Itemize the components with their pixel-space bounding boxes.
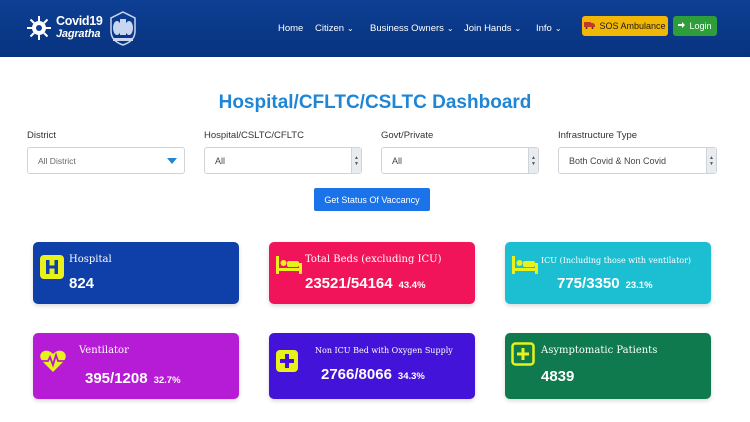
login-button[interactable]: Login xyxy=(673,16,717,36)
card-oxygen-beds[interactable]: Non ICU Bed with Oxygen Supply 2766/8066… xyxy=(269,333,475,399)
ambulance-icon xyxy=(584,21,596,31)
infrastructure-type-select-value: Both Covid & Non Covid xyxy=(569,155,667,166)
plus-icon xyxy=(275,349,301,375)
chevron-down-icon: ⌄ xyxy=(446,23,454,33)
nav-citizen[interactable]: Citizen ⌄ xyxy=(315,20,354,36)
nav-business-owners[interactable]: Business Owners ⌄ xyxy=(370,20,454,36)
card-title: Ventilator xyxy=(79,345,129,356)
card-value: 824 xyxy=(69,275,95,292)
card-value: 2766/8066 xyxy=(321,366,392,383)
card-hospital[interactable]: Hospital 824 xyxy=(33,242,239,304)
govt-private-select-value: All xyxy=(392,155,403,166)
card-title: Asymptomatic Patients xyxy=(541,345,658,356)
card-percent: 23.1% xyxy=(625,280,653,291)
hospital-type-label: Hospital/CSLTC/CFLTC xyxy=(204,130,304,141)
bed-icon xyxy=(275,254,302,280)
select-arrows-icon: ▲ ▼ xyxy=(528,148,538,173)
nav-join-hands[interactable]: Join Hands ⌄ xyxy=(464,20,521,36)
card-value: 395/1208 xyxy=(85,370,148,387)
chevron-down-icon: ⌄ xyxy=(514,23,522,33)
card-total-beds[interactable]: Total Beds (excluding ICU) 23521/54164 43… xyxy=(269,242,475,304)
sign-in-icon xyxy=(678,21,686,31)
card-percent: 32.7% xyxy=(153,375,181,386)
card-value: 23521/54164 xyxy=(305,275,393,292)
caret-down-icon xyxy=(167,158,177,164)
bed-icon xyxy=(511,254,538,280)
hospital-type-select-value: All xyxy=(215,155,226,166)
logo-line2: Jagratha xyxy=(56,28,101,40)
nav-citizen-label: Citizen xyxy=(315,22,345,34)
top-navbar: Covid19 Jagratha Home Citizen ⌄ Business… xyxy=(0,0,750,57)
heartbeat-icon xyxy=(39,349,66,375)
chevron-down-icon: ⌄ xyxy=(554,23,562,33)
get-status-button[interactable]: Get Status Of Vaccancy xyxy=(314,188,430,211)
logo-text: Covid19 Jagratha xyxy=(56,15,103,41)
hospital-type-select[interactable]: All ▲ ▼ xyxy=(204,147,362,174)
select-arrows-icon: ▲ ▼ xyxy=(706,148,716,173)
select-arrows-icon: ▲ ▼ xyxy=(351,148,361,173)
infrastructure-type-select[interactable]: Both Covid & Non Covid ▲ ▼ xyxy=(558,147,717,174)
card-title: Total Beds (excluding ICU) xyxy=(305,254,442,265)
card-icu[interactable]: ICU (Including those with ventilator) 77… xyxy=(505,242,711,304)
nav-home-label: Home xyxy=(278,22,304,34)
hospital-icon xyxy=(39,254,65,280)
chevron-down-icon: ⌄ xyxy=(347,23,354,33)
virus-icon xyxy=(26,15,52,41)
logo-line1: Covid19 xyxy=(56,14,103,28)
plus-square-icon xyxy=(511,342,537,368)
card-value: 775/3350 xyxy=(557,275,620,292)
card-title: Non ICU Bed with Oxygen Supply xyxy=(315,346,453,355)
login-label: Login xyxy=(689,21,712,31)
district-select[interactable]: All District xyxy=(27,147,185,174)
sos-ambulance-label: SOS Ambulance xyxy=(599,21,666,31)
nav-info-label: Info xyxy=(536,22,552,34)
nav-join-hands-label: Join Hands xyxy=(464,22,512,34)
page-title: Hospital/CFLTC/CSLTC Dashboard xyxy=(218,92,532,113)
govt-private-select[interactable]: All ▲ ▼ xyxy=(381,147,539,174)
district-label: District xyxy=(27,130,57,141)
covid19-jagratha-logo[interactable]: Covid19 Jagratha xyxy=(26,10,103,46)
sos-ambulance-button[interactable]: SOS Ambulance xyxy=(582,16,668,36)
card-title: ICU (Including those with ventilator) xyxy=(541,256,692,265)
card-value: 4839 xyxy=(541,368,575,385)
district-select-value: All District xyxy=(38,155,76,166)
card-percent: 43.4% xyxy=(398,280,426,291)
nav-home[interactable]: Home xyxy=(278,20,303,36)
nav-business-owners-label: Business Owners xyxy=(370,22,444,34)
card-percent: 34.3% xyxy=(397,371,425,382)
card-asymptomatic-patients[interactable]: Asymptomatic Patients 4839 xyxy=(505,333,711,399)
card-ventilator[interactable]: Ventilator 395/1208 32.7% xyxy=(33,333,239,399)
infrastructure-type-label: Infrastructure Type xyxy=(558,130,638,141)
govt-private-label: Govt/Private xyxy=(381,130,434,141)
state-emblem-icon xyxy=(104,9,142,47)
card-title: Hospital xyxy=(69,254,112,265)
nav-info[interactable]: Info ⌄ xyxy=(536,20,562,36)
